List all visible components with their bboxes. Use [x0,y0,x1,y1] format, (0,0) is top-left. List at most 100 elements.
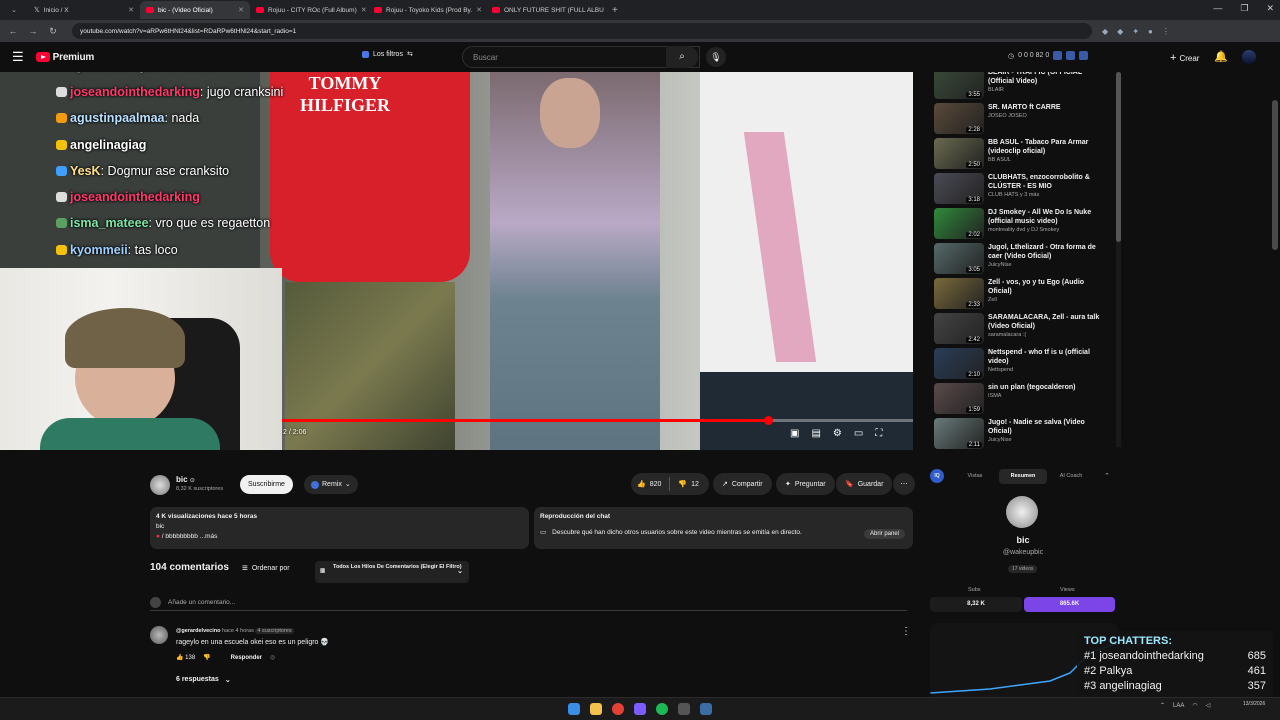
comment-menu-icon[interactable]: ⋮ [901,626,911,637]
video-title[interactable]: DJ Smokey - All We Do Is Nuke (official … [988,208,1108,226]
video-title[interactable]: sin un plan (tegocalderon) [988,383,1108,392]
chrome-icon[interactable] [612,703,624,715]
forward-icon[interactable]: → [28,26,38,36]
close-icon[interactable]: ✕ [238,6,244,14]
tab-vistas[interactable]: Vistas [951,469,999,484]
new-tab-icon[interactable]: + [612,5,618,16]
video-channel[interactable]: montreality dvd y DJ Smokey [988,227,1108,233]
video-channel[interactable]: ISMA [988,393,1108,399]
steam-icon[interactable] [700,703,712,715]
share-button[interactable]: ↗ Compartir [713,473,772,495]
ask-button[interactable]: ✦ Preguntar [776,473,835,495]
close-icon[interactable]: ✕ [128,6,134,14]
subs-value[interactable]: 8,32 K [930,597,1022,612]
settings-icon[interactable]: ⚙ [833,428,842,439]
open-panel-button[interactable]: Abrir panel [863,529,905,539]
progress-bar[interactable] [282,416,913,425]
video-thumbnail[interactable]: 2:42 [934,313,984,344]
minimize-icon[interactable]: — [1213,3,1222,14]
channel-name[interactable]: bic ⊙ [176,475,195,484]
comment-dislike-button[interactable]: 👎 [203,654,210,661]
account-avatar[interactable] [1242,50,1256,64]
bell-icon[interactable]: 🔔 [1214,50,1228,63]
tab-search-icon[interactable]: ⌄ [0,6,28,14]
video-thumbnail[interactable]: 2:28 [934,103,984,134]
recommended-video[interactable]: 2:50 BB ASUL - Tabaco Para Armar (videocl… [934,138,1122,171]
remix-button[interactable]: Remix ⌄ [304,475,358,494]
video-channel[interactable]: JuicyNise [988,262,1108,268]
tab-resumen[interactable]: Resumen [999,469,1047,484]
video-title[interactable]: BLAIR - TRAFFIC (OFFICIAL (Official Vide… [988,72,1108,86]
filters-button[interactable]: Los filtros ⇆ [362,50,413,58]
back-icon[interactable]: ← [8,26,18,36]
sidebar-scrollbar[interactable] [1116,72,1121,447]
video-thumbnail[interactable]: 3:55 [934,72,984,99]
video-thumbnail[interactable]: 2:02 [934,208,984,239]
video-title[interactable]: Zell - vos, yo y tu Ego (Audio Oficial) [988,278,1108,296]
description-box[interactable]: 4 K visualizaciones hace 5 horas bic ● /… [150,507,529,549]
language-indicator[interactable]: LAA [1173,703,1184,709]
chevron-up-icon[interactable]: ⌃ [1160,702,1165,709]
tab-ai-coach[interactable]: AI Coach [1047,469,1095,484]
add-comment-input[interactable]: Añade un comentario... [150,597,907,611]
like-button[interactable]: 👍 820 [631,480,661,489]
theater-icon[interactable]: ▭ [854,428,863,439]
subtitles-icon[interactable]: ▤ [811,428,820,439]
page-scrollbar[interactable] [1272,100,1278,250]
video-title[interactable]: Jugo! - Nadie se salva (Video Oficial) [988,418,1108,436]
extension-counters[interactable]: ◷ 0 0 0 82 0 [1008,51,1089,60]
translate-icon[interactable]: ◎ [270,654,275,661]
video-thumbnail[interactable]: 1:59 [934,383,984,414]
spotify-icon[interactable] [656,703,668,715]
progress-scrubber[interactable] [763,416,773,425]
video-thumbnail[interactable]: 3:05 [934,243,984,274]
tab-1[interactable]: 𝕏 Inicio / X ✕ [28,1,140,19]
threads-filter-select[interactable]: ▥ Todos Los Hilos De Comentarios (Elegir … [315,561,469,583]
video-thumbnail[interactable]: 2:10 [934,348,984,379]
save-button[interactable]: 🔖 Guardar [836,473,893,495]
profile-icon[interactable]: ● [1148,27,1153,36]
views-value[interactable]: 865.6K [1024,597,1115,612]
video-channel[interactable]: Nettspend [988,367,1108,373]
comment-author[interactable]: @gerardelvecino [176,628,221,634]
video-channel[interactable]: CLUB HATS y 3 más [988,192,1108,198]
video-channel[interactable]: Zell [988,297,1108,303]
video-title[interactable]: SARAMALACARA, Zell - aura talk (Video Of… [988,313,1108,331]
video-title[interactable]: SR. MARTO ft CARRE [988,103,1108,112]
iq-icon[interactable]: ▣ [790,428,799,439]
extension-icon[interactable]: ◆ [1102,27,1108,36]
close-icon[interactable]: ✕ [476,6,482,14]
recommended-video[interactable]: 3:18 CLUBHATS, enzocorrobolito & CLÚSTER … [934,173,1122,206]
video-channel[interactable]: saramalacara :( [988,332,1108,338]
more-icon[interactable]: ⋮ [1162,27,1170,36]
tab-5[interactable]: ONLY FUTURE SHIT (FULL ALBU✕ [486,1,604,19]
panel-badge[interactable]: IQ [930,469,944,483]
video-title[interactable]: BB ASUL - Tabaco Para Armar (videoclip o… [988,138,1108,156]
recommended-video[interactable]: 2:02 DJ Smokey - All We Do Is Nuke (offic… [934,208,1122,241]
menu-icon[interactable]: ☰ [12,49,24,65]
extension-icon[interactable]: ◆ [1117,27,1123,36]
video-channel[interactable]: BB ASUL [988,157,1108,163]
restore-icon[interactable]: ❐ [1240,3,1248,14]
recommended-video[interactable]: 2:10 Nettspend - who tf is u (official vi… [934,348,1122,381]
reload-icon[interactable]: ↻ [48,26,58,37]
sort-button[interactable]: ≡ Ordenar por [242,563,290,574]
video-player[interactable]: TOMMYHILFIGER joakosqYesKkyommeii: fijat… [0,72,913,450]
recommended-video[interactable]: 2:42 SARAMALACARA, Zell - aura talk (Vide… [934,313,1122,346]
close-window-icon[interactable]: ✕ [1266,3,1274,14]
search-button[interactable]: ⌕ [666,46,698,68]
comment-like-button[interactable]: 👍 138 [176,654,195,661]
tab-4[interactable]: Rojuu - Toyoko Kids (Prod By. ✕ [368,1,486,19]
video-title[interactable]: Nettspend - who tf is u (official video) [988,348,1108,366]
youtube-logo[interactable]: Premium [35,52,94,63]
windows-start-icon[interactable] [568,703,580,715]
reply-button[interactable]: Responder [231,655,262,661]
video-thumbnail[interactable]: 2:33 [934,278,984,309]
video-title[interactable]: CLUBHATS, enzocorrobolito & CLÚSTER - ES… [988,173,1108,191]
close-icon[interactable]: ✕ [361,6,367,14]
puzzle-icon[interactable]: ✦ [1132,27,1139,36]
more-actions-button[interactable]: ⋯ [893,473,915,495]
subscribe-button[interactable]: Suscribirme [240,475,293,494]
tab-2[interactable]: bic - (Video Oficial) ✕ [140,1,250,19]
obs-icon[interactable] [678,703,690,715]
